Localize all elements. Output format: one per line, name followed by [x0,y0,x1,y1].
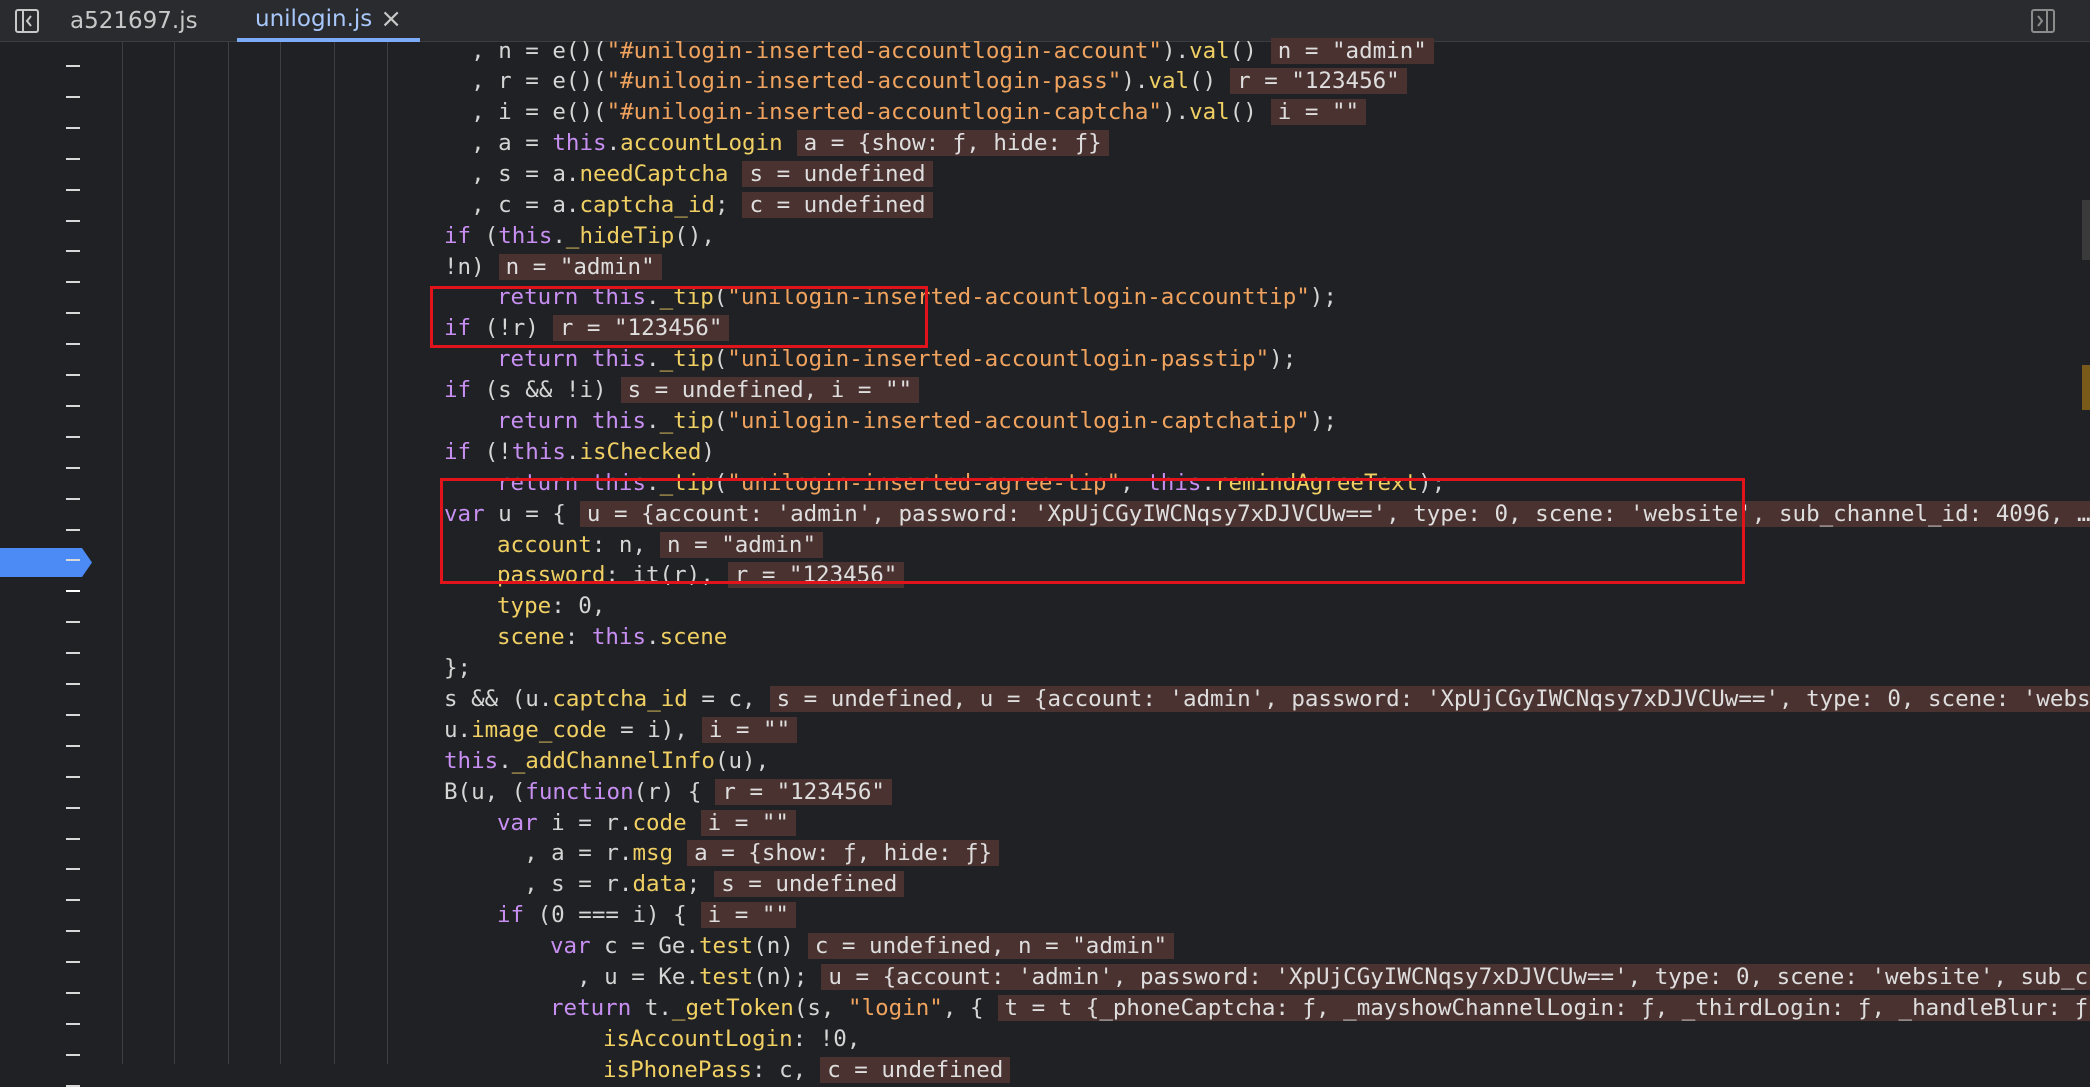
inline-value: r = "123456" [715,779,892,805]
inline-value: u = {account: 'admin', password: 'XpUjCG… [821,964,2090,990]
inline-value: c = undefined, n = "admin" [808,933,1174,959]
inline-value: c = undefined [820,1057,1010,1083]
code-line: , c = a.captcha_id;c = undefined [444,190,933,221]
code-line: var c = Ge.test(n)c = undefined, n = "ad… [550,931,1174,962]
tab-a521697[interactable]: a521697.js [70,0,198,42]
inline-value: r = "123456" [1230,68,1407,94]
scrollbar-marker[interactable] [2082,200,2090,260]
code-line: , s = r.data;s = undefined [497,869,904,900]
code-line: , s = a.needCaptchas = undefined [444,159,933,190]
code-line: , u = Ke.test(n);u = {account: 'admin', … [550,962,2090,993]
inline-value: n = "admin" [499,254,662,280]
code-line: isPhonePass: c,c = undefined [603,1055,1010,1086]
annotation-box-if-r [430,286,928,348]
inline-value: n = "admin" [1271,38,1434,64]
code-line: return this._tip("unilogin-inserted-acco… [497,406,1337,437]
scrollbar-marker[interactable] [2082,365,2090,410]
code-line: if (s && !i)s = undefined, i = "" [444,375,919,406]
code-line: return t._getToken(s, "login", {t = t {_… [550,993,2090,1024]
sidebar-left-icon[interactable] [10,4,44,38]
inline-value: i = "" [1271,99,1366,125]
sidebar-right-icon[interactable] [2026,4,2060,38]
code-line: }; [444,653,471,684]
annotation-box-var-u [440,478,1745,584]
code-line: scene: this.scene [497,622,727,653]
inline-value: t = t {_phoneCaptcha: ƒ, _mayshowChannel… [998,995,2090,1021]
code-line: isAccountLogin: !0, [603,1024,860,1055]
code-line: if (0 === i) {i = "" [497,900,796,931]
inline-value: i = "" [701,810,796,836]
code-line: if (this._hideTip(), [444,221,715,252]
inline-value: i = "" [702,717,797,743]
code-line: B(u, (function(r) {r = "123456" [444,777,892,808]
code-line: var i = r.codei = "" [497,808,796,839]
tab-unilogin[interactable]: unilogin.js × [237,0,420,42]
inline-value: s = undefined, i = "" [621,377,919,403]
code-line: , r = e()("#unilogin-inserted-accountlog… [444,66,1407,97]
code-line: u.image_code = i),i = "" [444,715,797,746]
inline-value: a = {show: ƒ, hide: ƒ} [797,130,1109,156]
code-line: this._addChannelInfo(u), [444,746,769,777]
code-line: if (!this.isChecked) [444,437,715,468]
inline-value: s = undefined [742,161,932,187]
code-line: , i = e()("#unilogin-inserted-accountlog… [444,97,1366,128]
close-icon[interactable]: × [380,6,402,32]
inline-value: a = {show: ƒ, hide: ƒ} [687,840,999,866]
gutter-line-marker[interactable] [66,1085,80,1087]
inline-value: s = undefined, u = {account: 'admin', pa… [770,686,2090,712]
inline-value: c = undefined [742,192,932,218]
code-line: s && (u.captcha_id = c,s = undefined, u … [444,684,2090,715]
code-line: , a = r.msga = {show: ƒ, hide: ƒ} [497,838,999,869]
code-line: , a = this.accountLogina = {show: ƒ, hid… [444,128,1109,159]
code-line: type: 0, [497,591,605,622]
code-line: !n)n = "admin" [444,252,662,283]
code-line: return this._tip("unilogin-inserted-acco… [497,344,1296,375]
inline-value: s = undefined [714,871,904,897]
code-line: , n = e()("#unilogin-inserted-accountlog… [444,36,1434,67]
inline-value: i = "" [701,902,796,928]
